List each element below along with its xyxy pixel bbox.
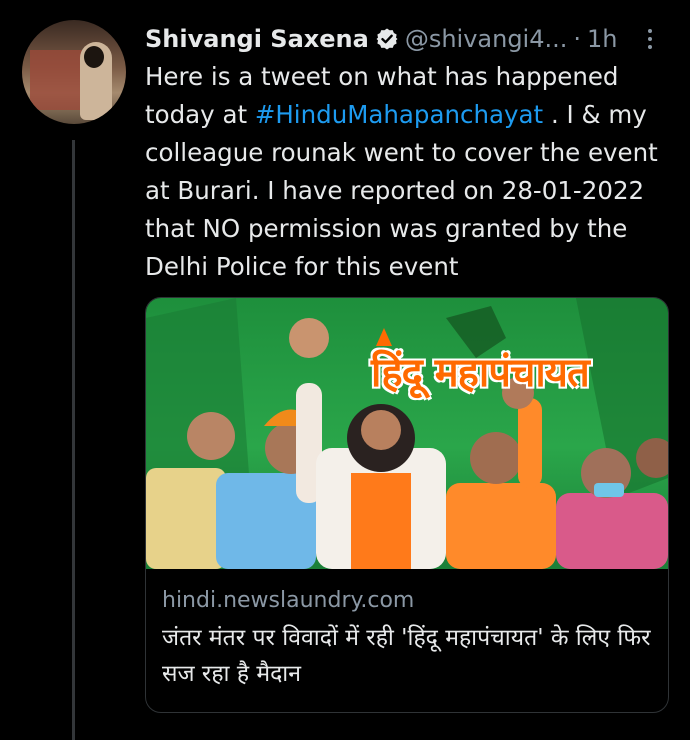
- author-handle[interactable]: @shivangi4...: [405, 25, 568, 53]
- hashtag-link[interactable]: #HinduMahapanchayat: [255, 100, 543, 129]
- tweet-header: Shivangi Saxena @shivangi4... · 1h: [145, 22, 618, 56]
- link-preview-card[interactable]: हिंदू महापंचायत hindi.newslaundry.com जं…: [145, 297, 669, 713]
- card-photo-illustration: [146, 298, 668, 569]
- avatar-person-head: [84, 46, 104, 68]
- thread-line: [72, 140, 75, 740]
- avatar-background-building: [30, 50, 82, 110]
- card-image-title: हिंदू महापंचायत: [371, 350, 590, 396]
- more-options-icon[interactable]: [640, 22, 660, 56]
- card-headline[interactable]: जंतर मंतर पर विवादों में रही 'हिंदू महाप…: [162, 620, 656, 692]
- author-name[interactable]: Shivangi Saxena: [145, 25, 369, 53]
- author-avatar[interactable]: [22, 20, 126, 124]
- tweet-timestamp[interactable]: 1h: [587, 25, 617, 53]
- card-domain[interactable]: hindi.newslaundry.com: [162, 588, 414, 613]
- tweet-text: Here is a tweet on what has happened tod…: [145, 58, 680, 286]
- header-separator: ·: [573, 25, 582, 53]
- verified-badge-icon: [375, 27, 399, 51]
- card-image[interactable]: हिंदू महापंचायत: [146, 298, 668, 569]
